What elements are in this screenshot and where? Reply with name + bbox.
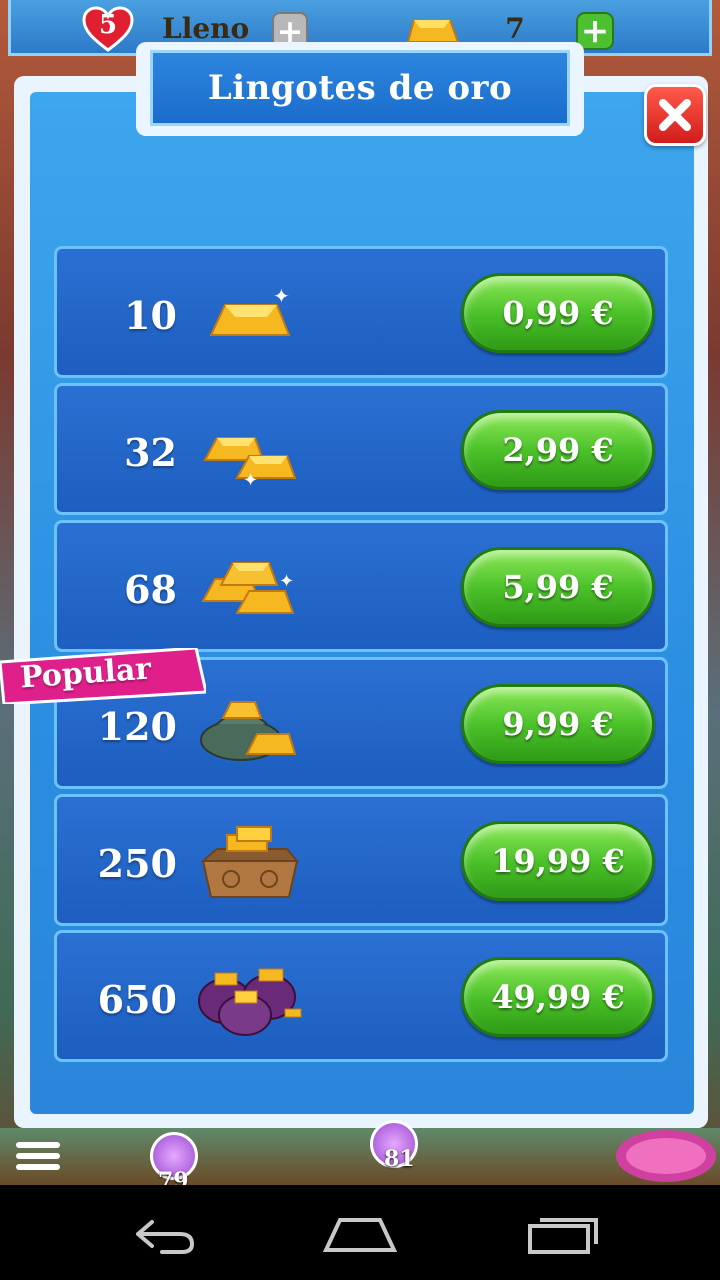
gold-count: 7	[505, 12, 525, 45]
package-row: 32 ✦ 2,99 €	[54, 383, 668, 515]
price-label: 5,99 €	[502, 568, 614, 606]
back-icon[interactable]	[122, 1212, 202, 1256]
price-label: 2,99 €	[502, 431, 614, 469]
svg-text:✦: ✦	[243, 470, 258, 490]
candy-crush-logo	[612, 1126, 720, 1184]
home-icon[interactable]	[320, 1212, 400, 1256]
package-row: 68 ✦ 5,99 €	[54, 520, 668, 652]
dialog-header: Lingotes de oro	[150, 50, 570, 126]
buy-button[interactable]: 19,99 €	[461, 821, 655, 901]
menu-icon[interactable]	[12, 1138, 64, 1174]
buy-button[interactable]: 0,99 €	[461, 273, 655, 353]
popular-ribbon: Popular	[0, 648, 206, 704]
lives-status: Lleno	[162, 12, 250, 45]
add-gold-button[interactable]: +	[576, 12, 614, 50]
gold-bars-stack-icon: ✦	[197, 547, 307, 627]
price-label: 19,99 €	[491, 842, 625, 880]
package-quantity: 10	[124, 293, 177, 338]
package-quantity: 650	[97, 977, 177, 1022]
buy-button[interactable]: 9,99 €	[461, 684, 655, 764]
gold-cauldrons-icon	[185, 957, 315, 1037]
gold-sack-icon	[197, 684, 307, 764]
buy-button[interactable]: 2,99 €	[461, 410, 655, 490]
level-number: 81	[384, 1146, 415, 1172]
package-quantity: 120	[97, 704, 177, 749]
price-label: 49,99 €	[491, 978, 625, 1016]
buy-button[interactable]: 49,99 €	[461, 957, 655, 1037]
price-label: 9,99 €	[502, 705, 614, 743]
lives-count: 5	[98, 10, 118, 40]
package-quantity: 32	[124, 430, 177, 475]
close-button[interactable]	[644, 84, 706, 146]
recent-apps-icon[interactable]	[524, 1212, 604, 1256]
close-icon	[659, 99, 691, 131]
gold-bars-pair-icon: ✦	[197, 410, 307, 491]
package-quantity: 250	[97, 841, 177, 886]
package-quantity: 68	[124, 567, 177, 612]
dialog-title: Lingotes de oro	[207, 68, 513, 108]
package-row: 250 19,99 €	[54, 794, 668, 926]
buy-button[interactable]: 5,99 €	[461, 547, 655, 627]
price-label: 0,99 €	[502, 294, 614, 332]
package-row: 10 ✦ 0,99 €	[54, 246, 668, 378]
svg-text:✦: ✦	[273, 284, 290, 308]
gold-bar-icon: ✦	[197, 273, 307, 353]
package-row: 650 49,99 €	[54, 930, 668, 1062]
gold-chest-icon	[197, 821, 307, 901]
svg-text:✦: ✦	[279, 571, 294, 592]
